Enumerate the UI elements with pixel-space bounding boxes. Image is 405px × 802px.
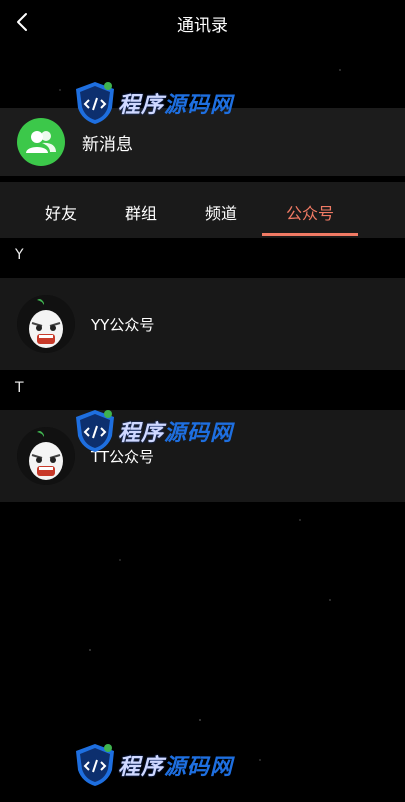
page-title: 通讯录 (177, 15, 228, 36)
watermark-logo: 程序 源码网 (72, 742, 233, 788)
tab-bar: 好友 群组 频道 公众号 (0, 182, 405, 238)
watermark-text-1: 程序 (118, 755, 165, 780)
list-item[interactable]: TT公众号 (0, 410, 405, 502)
tab-friends[interactable]: 好友 (45, 200, 77, 224)
watermark-text-2: 源码网 (164, 755, 234, 780)
avatar (17, 295, 75, 353)
back-button[interactable] (12, 10, 32, 34)
new-messages-label: 新消息 (82, 134, 133, 155)
tab-official-accounts[interactable]: 公众号 (286, 200, 334, 224)
contacts-icon (17, 118, 65, 166)
tab-channels[interactable]: 频道 (205, 200, 237, 224)
shield-code-icon (76, 744, 114, 786)
section-letter-t: T (15, 380, 24, 396)
list-item[interactable]: YY公众号 (0, 278, 405, 370)
nav-bar: 通讯录 (0, 0, 405, 46)
tab-groups[interactable]: 群组 (125, 200, 157, 224)
list-item-name: YY公众号 (91, 315, 155, 334)
list-item-name: TT公众号 (91, 447, 155, 466)
chevron-left-icon (17, 13, 27, 31)
active-tab-indicator (262, 233, 358, 236)
section-letter-y: Y (15, 247, 24, 263)
avatar (17, 427, 75, 485)
new-messages-row[interactable]: 新消息 (0, 108, 405, 176)
